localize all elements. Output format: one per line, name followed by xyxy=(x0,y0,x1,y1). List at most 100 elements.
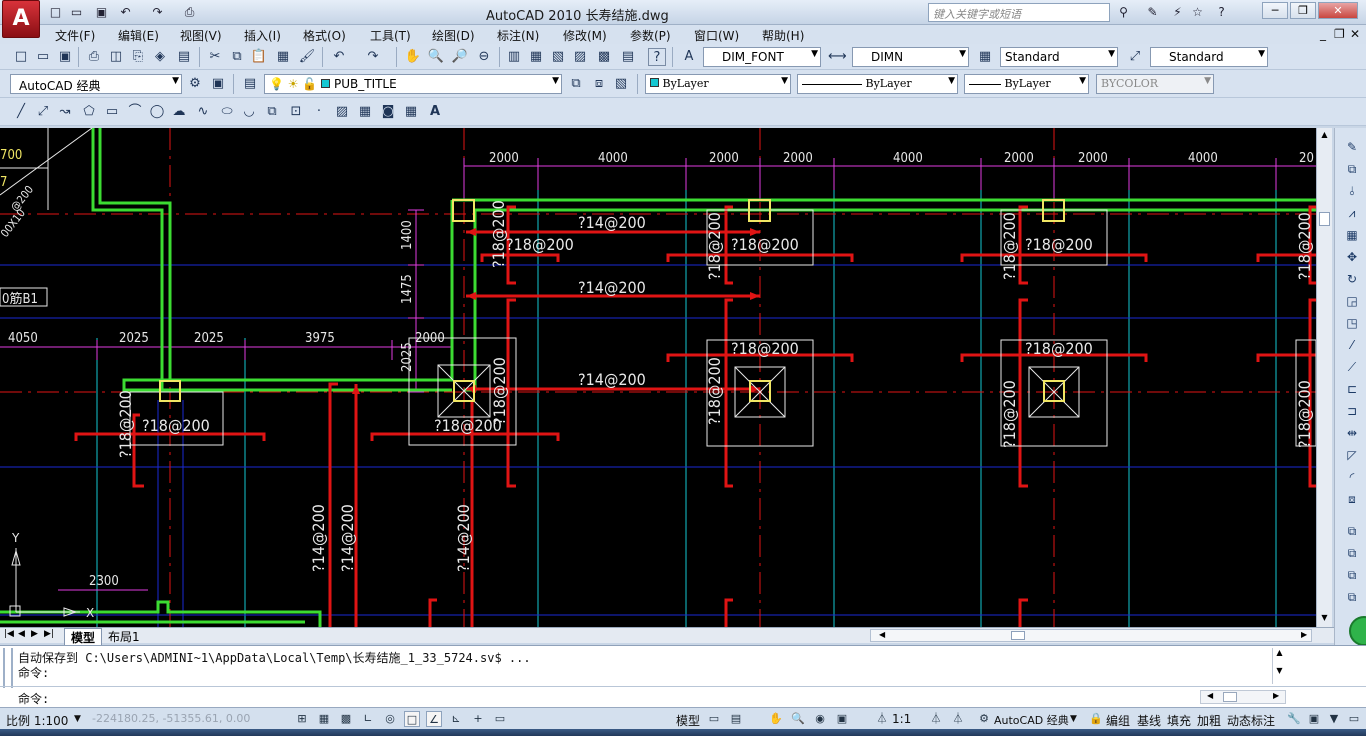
menu-tools[interactable]: 工具(T) xyxy=(370,27,411,44)
line-icon[interactable]: ╱ xyxy=(12,103,30,121)
open-icon[interactable]: ▭ xyxy=(67,3,86,21)
snap-mode-icon[interactable]: ▦ xyxy=(316,711,332,727)
model-space-label[interactable]: 模型 xyxy=(676,712,700,729)
cut-icon[interactable]: ✂ xyxy=(206,48,224,66)
tool-palettes-icon[interactable]: ▧ xyxy=(549,48,567,66)
plotstyle-select[interactable]: BYCOLOR ▼ xyxy=(1096,74,1214,94)
menu-insert[interactable]: 插入(I) xyxy=(244,27,281,44)
paste-icon[interactable]: 📋 xyxy=(250,48,268,66)
redo-icon[interactable]: ↷ xyxy=(364,48,382,66)
extend-icon[interactable]: ⟋ xyxy=(1343,358,1361,376)
ellipse-icon[interactable]: ⬭ xyxy=(218,103,236,121)
linetype-select[interactable]: ByLayer ▼ xyxy=(797,74,958,94)
break-at-point-icon[interactable]: ⊏ xyxy=(1343,380,1361,398)
tab-first-icon[interactable]: |◀ xyxy=(4,629,14,639)
calculator-icon[interactable]: ▤ xyxy=(619,48,637,66)
command-scrollbar[interactable]: ▲ ▼ xyxy=(1272,648,1286,684)
object-snap-tracking-icon[interactable]: ∠ xyxy=(426,711,442,727)
workspace-switch-icon[interactable]: ⚙ xyxy=(976,711,992,727)
mode-dynamic-dim-button[interactable]: 动态标注 xyxy=(1227,712,1275,729)
workspace-settings-icon[interactable]: ⚙ xyxy=(186,75,204,93)
annotation-scale-value[interactable]: 1:1 xyxy=(892,712,911,726)
zoom-previous-icon[interactable]: ⊖ xyxy=(475,48,493,66)
break-icon[interactable]: ⊐ xyxy=(1343,402,1361,420)
clean-screen-icon[interactable]: ▭ xyxy=(1346,711,1362,727)
menu-view[interactable]: 视图(V) xyxy=(180,27,222,44)
zoom-realtime-icon[interactable]: 🔍 xyxy=(427,48,445,66)
multiline-text-icon[interactable]: A xyxy=(426,103,444,121)
auto-scale-icon[interactable]: ⏃ xyxy=(950,711,966,727)
offset-icon[interactable]: ⩘ xyxy=(1343,204,1361,222)
save-icon[interactable]: ▣ xyxy=(92,3,111,21)
vertical-scrollbar[interactable]: ▲ ▼ xyxy=(1316,128,1332,627)
scale-icon[interactable]: ◲ xyxy=(1343,292,1361,310)
doc-minimize-icon[interactable]: _ xyxy=(1320,27,1326,41)
isolate-objects-icon[interactable]: ▣ xyxy=(1306,711,1322,727)
draworder-back-icon[interactable]: ⧉ xyxy=(1343,544,1361,562)
mode-baseline-button[interactable]: 基线 xyxy=(1137,712,1161,729)
paste-special-icon[interactable]: ▦ xyxy=(274,48,292,66)
ellipse-arc-icon[interactable]: ◡ xyxy=(240,103,258,121)
menu-modify[interactable]: 修改(M) xyxy=(563,27,607,44)
new-icon[interactable]: □ xyxy=(46,3,65,21)
preview-icon[interactable]: ◫ xyxy=(107,48,125,66)
zoom-icon[interactable]: 🔍 xyxy=(790,711,806,727)
array-icon[interactable]: ▦ xyxy=(1343,226,1361,244)
workspace-save-icon[interactable]: ▣ xyxy=(209,75,227,93)
scroll-down-icon[interactable]: ▼ xyxy=(1319,613,1330,623)
color-select[interactable]: ByLayer ▼ xyxy=(645,74,791,94)
object-snap-icon[interactable]: □ xyxy=(404,711,420,727)
layer-previous-icon[interactable]: ⧈ xyxy=(590,75,608,93)
workspace-select[interactable]: AutoCAD 经典 ▼ xyxy=(10,74,182,94)
open-icon[interactable]: ▭ xyxy=(34,48,52,66)
help-icon[interactable]: ? xyxy=(1212,3,1231,21)
scroll-right-icon[interactable]: ▶ xyxy=(1301,630,1307,639)
showmotion-icon[interactable]: ▣ xyxy=(834,711,850,727)
mleader-style-icon[interactable]: ⤢ xyxy=(1126,48,1144,66)
hardware-acceleration-icon[interactable]: 🔧 xyxy=(1286,711,1302,727)
match-properties-icon[interactable]: 🖌 xyxy=(298,48,316,66)
subscription-icon[interactable]: ⚡ xyxy=(1168,3,1187,21)
toolbar-lock-icon[interactable]: 🔒 xyxy=(1088,711,1104,727)
annotation-scale-icon[interactable]: ⏃ xyxy=(874,711,890,727)
rotate-icon[interactable]: ↻ xyxy=(1343,270,1361,288)
arc-icon[interactable]: ⌒ xyxy=(126,103,144,121)
3d-dwf-icon[interactable]: ◈ xyxy=(151,48,169,66)
close-button[interactable]: ✕ xyxy=(1318,2,1358,19)
workspace-label[interactable]: AutoCAD 经典 xyxy=(994,712,1069,728)
mode-hatch-button[interactable]: 填充 xyxy=(1167,712,1191,729)
infer-constraints-icon[interactable]: ⊞ xyxy=(294,711,310,727)
online-badge-icon[interactable] xyxy=(1349,616,1366,646)
horizontal-scroll-thumb[interactable] xyxy=(1011,631,1025,640)
polar-tracking-icon[interactable]: ◎ xyxy=(382,711,398,727)
publish-icon[interactable]: ⎘ xyxy=(129,48,147,66)
mode-bold-button[interactable]: 加粗 xyxy=(1197,712,1221,729)
polygon-icon[interactable]: ⬠ xyxy=(80,103,98,121)
chevron-down-icon[interactable]: ▼ xyxy=(74,714,81,724)
revision-cloud-icon[interactable]: ☁ xyxy=(170,103,188,121)
status-menu-icon[interactable]: ▼ xyxy=(1326,711,1342,727)
copy-object-icon[interactable]: ⧉ xyxy=(1343,160,1361,178)
explode-icon[interactable]: ⧈ xyxy=(1343,490,1361,508)
move-icon[interactable]: ✥ xyxy=(1343,248,1361,266)
draworder-below-icon[interactable]: ⧉ xyxy=(1343,588,1361,606)
ortho-mode-icon[interactable]: ∟ xyxy=(360,711,376,727)
point-icon[interactable]: · xyxy=(310,103,328,121)
menu-dimension[interactable]: 标注(N) xyxy=(497,27,539,44)
search-input[interactable]: 键入关键字或短语 xyxy=(928,3,1110,22)
insert-block-icon[interactable]: ⧉ xyxy=(263,103,281,121)
layout-quickview-icon[interactable]: ▭ xyxy=(706,711,722,727)
chevron-down-icon[interactable]: ▼ xyxy=(1070,714,1077,724)
horizontal-scrollbar[interactable]: ◀ ▶ xyxy=(870,629,1312,642)
grid-display-icon[interactable]: ▩ xyxy=(338,711,354,727)
table-style-select[interactable]: Standard ▼ xyxy=(1000,47,1118,67)
sheet-set-icon[interactable]: ▨ xyxy=(571,48,589,66)
layer-select[interactable]: 💡 ☀ 🔓 PUB_TITLE ▼ xyxy=(264,74,562,94)
communication-center-icon[interactable]: ✎ xyxy=(1143,3,1162,21)
dynamic-ucs-icon[interactable]: ⊾ xyxy=(448,711,464,727)
hatch-icon[interactable]: ▨ xyxy=(333,103,351,121)
table-style-icon[interactable]: ▦ xyxy=(976,48,994,66)
construction-line-icon[interactable]: ⤢ xyxy=(34,103,52,121)
layer-properties-icon[interactable]: ▤ xyxy=(241,75,259,93)
make-current-layer-icon[interactable]: ⧉ xyxy=(567,75,585,93)
